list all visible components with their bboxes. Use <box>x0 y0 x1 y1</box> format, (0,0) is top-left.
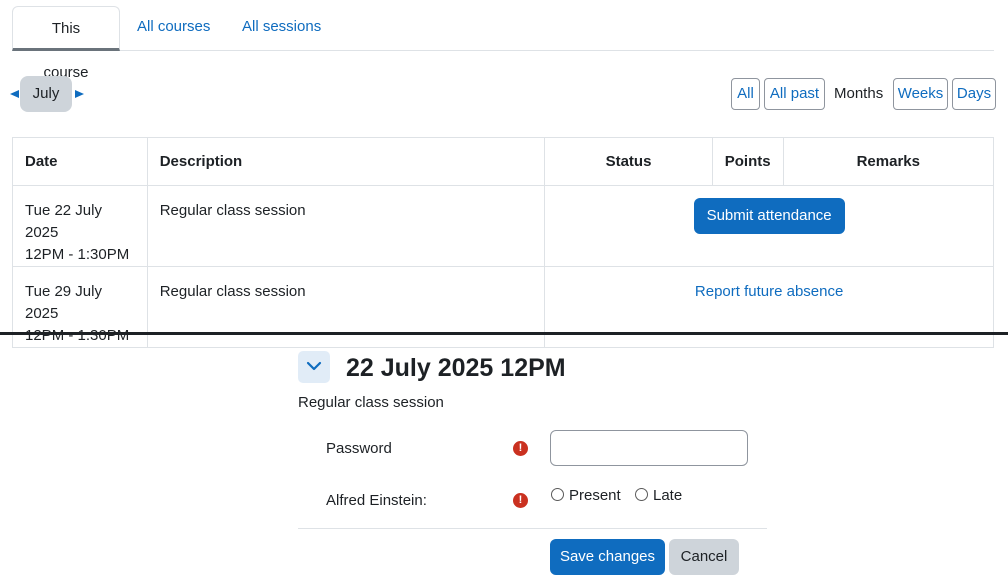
tab-this-course[interactable]: This course <box>12 6 120 81</box>
tab-bar: This course All courses All sessions <box>12 6 994 81</box>
session-description: Regular class session <box>298 394 444 411</box>
view-days-button[interactable]: Days <box>952 78 996 110</box>
action-cell: Submit attendance <box>544 185 994 267</box>
session-date: Tue 29 July 2025 <box>25 283 102 322</box>
late-label[interactable]: Late <box>653 486 682 506</box>
description-cell: Regular class session <box>146 266 546 348</box>
tab-all-courses[interactable]: All courses <box>121 6 226 50</box>
header-points: Points <box>711 137 784 186</box>
save-changes-button[interactable]: Save changes <box>550 539 665 575</box>
action-cell: Report future absence <box>544 266 994 348</box>
session-time: 12PM - 1:30PM <box>25 327 130 344</box>
late-radio[interactable] <box>635 488 648 501</box>
student-label: Alfred Einstein: <box>326 492 427 509</box>
date-cell: Tue 22 July 2025 12PM - 1:30PM <box>12 185 148 267</box>
section-divider <box>0 332 1008 335</box>
session-date: Tue 22 July 2025 <box>25 202 102 241</box>
date-cell: Tue 29 July 2025 12PM - 1:30PM <box>12 266 148 348</box>
header-date: Date <box>12 137 148 186</box>
table-row: Tue 22 July 2025 12PM - 1:30PM Regular c… <box>12 185 994 267</box>
submit-attendance-button[interactable]: Submit attendance <box>693 198 845 234</box>
present-radio[interactable] <box>551 488 564 501</box>
header-description: Description <box>146 137 546 186</box>
collapse-button[interactable] <box>298 351 330 383</box>
next-arrow-icon[interactable] <box>75 90 84 98</box>
header-remarks: Remarks <box>782 137 995 186</box>
password-label: Password <box>326 440 392 457</box>
table-row: Tue 29 July 2025 12PM - 1:30PM Regular c… <box>12 266 994 348</box>
view-weeks-button[interactable]: Weeks <box>893 78 948 110</box>
present-label[interactable]: Present <box>569 486 621 506</box>
view-all-button[interactable]: All <box>731 78 760 110</box>
view-all-past-button[interactable]: All past <box>764 78 825 110</box>
description-cell: Regular class session <box>146 185 546 267</box>
password-input[interactable] <box>550 430 748 466</box>
sessions-table: Date Description Status Points Remarks T… <box>12 137 995 348</box>
form-separator <box>298 528 767 529</box>
header-status: Status <box>544 137 713 186</box>
required-icon: ! <box>513 493 528 508</box>
session-time: 12PM - 1:30PM <box>25 246 130 263</box>
chevron-down-icon <box>306 361 322 371</box>
month-selector[interactable]: July <box>20 76 72 112</box>
required-icon: ! <box>513 441 528 456</box>
table-header-row: Date Description Status Points Remarks <box>12 137 995 186</box>
cancel-button[interactable]: Cancel <box>669 539 739 575</box>
report-future-absence-link[interactable]: Report future absence <box>695 283 843 300</box>
prev-arrow-icon[interactable] <box>10 90 19 98</box>
tab-all-sessions[interactable]: All sessions <box>226 6 337 50</box>
session-title: 22 July 2025 12PM <box>346 354 566 382</box>
view-months-current: Months <box>834 85 884 102</box>
